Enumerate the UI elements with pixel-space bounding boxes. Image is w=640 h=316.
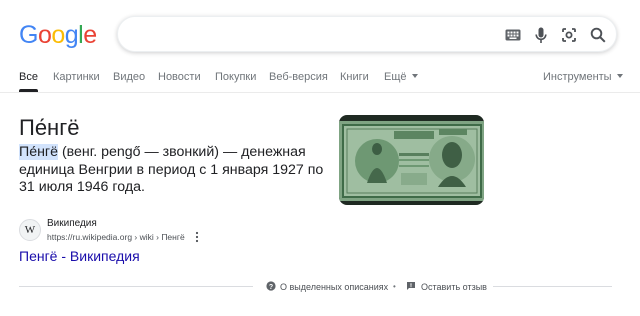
- result-description: Пе́нгё (венг. pengő — звонкий) — денежна…: [19, 144, 324, 197]
- logo-letter: g: [64, 21, 79, 49]
- tools-button[interactable]: Инструменты: [543, 71, 623, 83]
- search-tabs: Все Картинки Видео Новости Покупки Веб-в…: [0, 64, 640, 92]
- feedback-icon: [407, 282, 415, 290]
- about-snippets-link[interactable]: ? О выделенных описаниях: [266, 281, 388, 292]
- tab-images[interactable]: Картинки: [53, 71, 100, 83]
- separator-dot: •: [393, 282, 396, 291]
- google-logo[interactable]: Google: [19, 23, 97, 48]
- search-box: [117, 16, 617, 52]
- tab-web[interactable]: Веб-версия: [269, 71, 328, 83]
- wikipedia-favicon[interactable]: W: [19, 219, 41, 241]
- favicon-letter: W: [24, 224, 36, 236]
- tab-shopping[interactable]: Покупки: [215, 71, 256, 83]
- logo-letter: e: [83, 21, 97, 49]
- highlighted-term: Пе́нгё: [19, 144, 58, 160]
- tab-videos[interactable]: Видео: [113, 71, 145, 83]
- search-input[interactable]: [136, 25, 496, 45]
- result-link[interactable]: Пенгё - Википедия: [19, 248, 140, 264]
- tools-label: Инструменты: [543, 71, 612, 83]
- about-snippets-label: О выделенных описаниях: [280, 282, 389, 292]
- help-icon: ?: [266, 281, 276, 291]
- tabs-divider: [0, 92, 640, 93]
- result-title: Пе́нгё: [19, 115, 80, 140]
- chevron-down-icon: [411, 74, 418, 79]
- banknote-image[interactable]: [339, 115, 484, 205]
- divider: [493, 286, 612, 287]
- source-name[interactable]: Википедия: [47, 218, 97, 229]
- logo-letter: G: [19, 21, 38, 49]
- tab-all[interactable]: Все: [19, 71, 38, 83]
- mic-icon[interactable]: [532, 26, 550, 44]
- tab-news[interactable]: Новости: [158, 71, 201, 83]
- tab-books[interactable]: Книги: [340, 71, 369, 83]
- lens-icon[interactable]: [560, 26, 578, 44]
- logo-letter: o: [51, 21, 65, 49]
- source-url[interactable]: https://ru.wikipedia.org › wiki › Пенгё: [47, 232, 185, 242]
- feedback-label: Оставить отзыв: [421, 282, 487, 292]
- feedback-link[interactable]: Оставить отзыв: [406, 281, 487, 292]
- divider: [19, 286, 253, 287]
- chevron-down-icon: [616, 74, 623, 79]
- keyboard-icon[interactable]: [504, 26, 522, 44]
- tab-more-label: Ещё: [384, 71, 407, 83]
- search-icon[interactable]: [589, 26, 607, 44]
- svg-text:?: ?: [269, 284, 273, 291]
- logo-letter: o: [37, 21, 52, 49]
- more-options-icon[interactable]: [193, 230, 201, 243]
- description-text: (венг. pengő — звонкий) — денежная едини…: [19, 144, 324, 195]
- tab-more[interactable]: Ещё: [384, 71, 418, 83]
